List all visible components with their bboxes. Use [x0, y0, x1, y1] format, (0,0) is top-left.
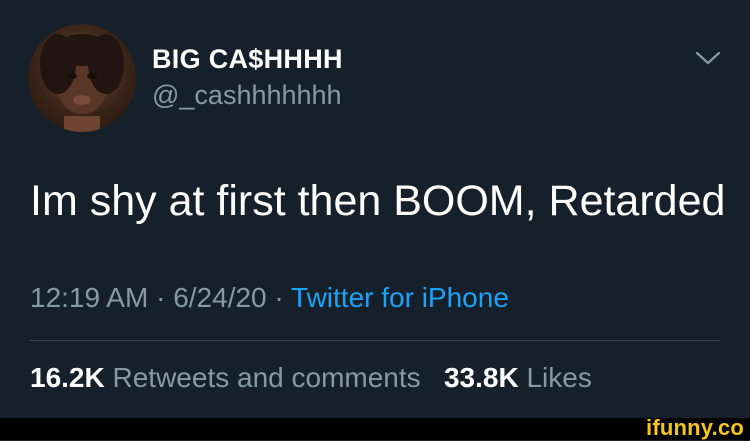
tweet-text: Im shy at first then BOOM, Retarded: [30, 177, 726, 225]
likes-count: 33.8K: [443, 362, 519, 393]
avatar[interactable]: [28, 24, 136, 132]
meta-separator: ·: [274, 282, 284, 313]
meta-separator: ·: [156, 282, 166, 313]
chevron-down-icon[interactable]: [694, 48, 722, 68]
tweet-date[interactable]: 6/24/20: [173, 282, 266, 313]
retweets-count: 16.2K: [30, 362, 105, 393]
ifunny-watermark: ifunny.co: [646, 415, 744, 440]
tweet-card: BIG CA$HHHH @_cashhhhhhh Im shy at first…: [0, 0, 750, 418]
tweet-stats: 16.2K Retweets and comments 33.8K Likes: [30, 362, 592, 394]
tweet-source-link[interactable]: Twitter for iPhone: [291, 282, 509, 313]
display-name[interactable]: BIG CA$HHHH: [152, 44, 343, 75]
retweets-stat[interactable]: 16.2K Retweets and comments: [30, 362, 421, 393]
user-handle[interactable]: @_cashhhhhhh: [152, 80, 342, 111]
likes-label: Likes: [526, 362, 592, 393]
tweet-meta: 12:19 AM · 6/24/20 · Twitter for iPhone: [30, 282, 509, 314]
tweet-time: 12:19 AM: [30, 282, 149, 313]
retweets-label: Retweets and comments: [112, 362, 421, 393]
likes-stat[interactable]: 33.8K Likes: [444, 362, 592, 393]
watermark-bar: ifunny.co: [0, 415, 750, 440]
divider: [30, 340, 720, 341]
profile-photo: [40, 34, 124, 132]
